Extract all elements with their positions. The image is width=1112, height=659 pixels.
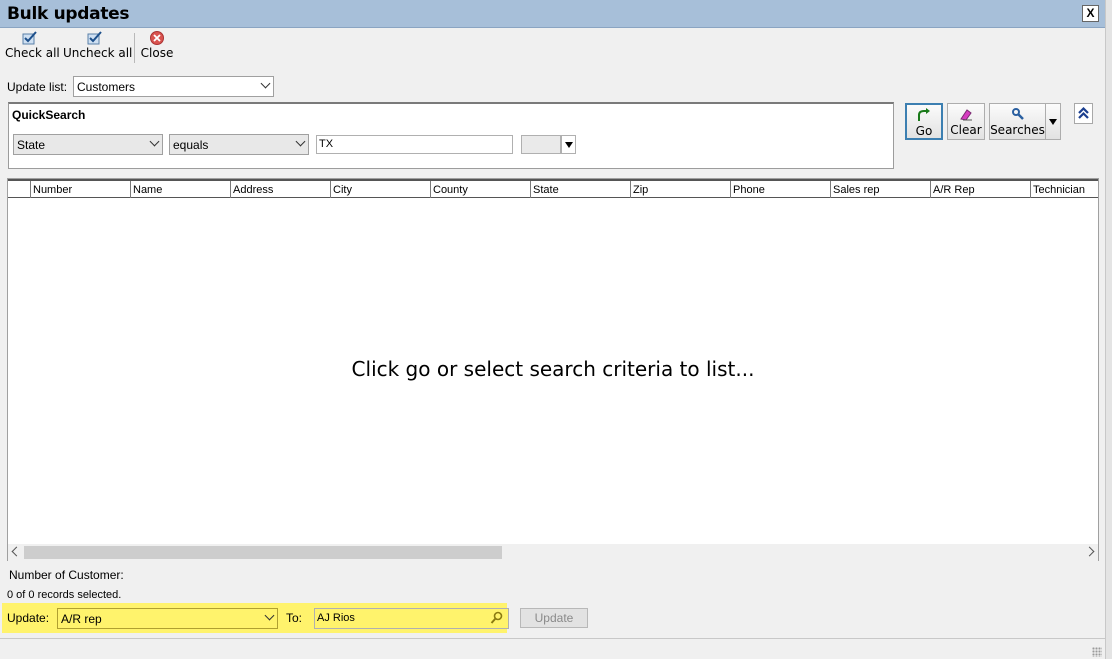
uncheck-all-icon — [87, 31, 102, 45]
uncheck-all-label: Uncheck all — [63, 46, 133, 60]
update-button[interactable]: Update — [520, 608, 588, 628]
column-header-phone[interactable]: Phone — [730, 181, 830, 198]
wrench-icon — [1011, 108, 1024, 120]
go-label: Go — [915, 124, 933, 138]
uncheck-all-button[interactable]: Uncheck all — [63, 31, 133, 65]
toolbar-separator — [134, 33, 135, 63]
update-field-select[interactable]: A/R rep — [57, 608, 278, 629]
chevron-down-icon — [260, 78, 271, 89]
check-all-label: Check all — [5, 46, 60, 60]
search-operator-value: equals — [173, 138, 209, 152]
go-button[interactable]: Go — [905, 103, 943, 140]
check-all-icon — [22, 31, 37, 45]
status-bar — [0, 638, 1105, 659]
search-field-select[interactable]: State — [13, 134, 163, 155]
scroll-right-icon[interactable] — [1084, 546, 1095, 557]
column-header-number[interactable]: Number — [30, 181, 130, 198]
clear-label: Clear — [950, 123, 982, 137]
quicksearch-title: QuickSearch — [12, 108, 86, 122]
window-edge — [1105, 0, 1112, 659]
search-field-value: State — [17, 138, 46, 152]
column-header-select[interactable] — [8, 181, 30, 198]
searches-dropdown-button[interactable] — [1045, 103, 1061, 140]
window-title: Bulk updates — [7, 4, 130, 24]
empty-grid-message: Click go or select search criteria to li… — [351, 357, 755, 381]
column-header-name[interactable]: Name — [130, 181, 230, 198]
close-icon — [150, 31, 164, 45]
search-extra-select[interactable] — [521, 135, 577, 154]
to-value-text: AJ Rios — [317, 612, 355, 624]
update-field-value: A/R rep — [61, 612, 102, 626]
column-header-address[interactable]: Address — [230, 181, 330, 198]
to-label: To: — [286, 611, 303, 625]
column-header-zip[interactable]: Zip — [630, 181, 730, 198]
quicksearch-panel: QuickSearch State equals TX — [8, 102, 894, 169]
eraser-icon — [960, 109, 972, 121]
check-all-button[interactable]: Check all — [5, 31, 60, 65]
search-operator-select[interactable]: equals — [169, 134, 309, 155]
toolbar: Check all Uncheck all Close — [0, 29, 1105, 69]
searches-label: Searches — [990, 123, 1045, 137]
dropdown-arrow-icon[interactable] — [561, 135, 576, 154]
column-header-technician[interactable]: Technician — [1030, 181, 1098, 198]
title-bar: Bulk updates X — [0, 0, 1105, 28]
scroll-left-icon[interactable] — [11, 546, 22, 557]
records-selected-label: 0 of 0 records selected. — [7, 589, 122, 601]
column-header-county[interactable]: County — [430, 181, 530, 198]
search-extra-box — [521, 135, 561, 154]
update-list-value: Customers — [77, 80, 136, 94]
chevron-down-icon — [295, 136, 306, 147]
go-arrow-icon — [918, 108, 930, 121]
to-value-input[interactable]: AJ Rios — [314, 608, 509, 629]
chevron-down-icon — [149, 136, 160, 147]
update-field-label: Update: — [7, 611, 50, 625]
record-count-label: Number of Customer: — [9, 568, 124, 582]
close-label: Close — [140, 46, 174, 60]
window-close-button[interactable]: X — [1082, 5, 1099, 22]
collapse-button[interactable] — [1074, 103, 1093, 124]
chevron-down-icon — [264, 610, 275, 621]
update-list-label: Update list: — [7, 80, 68, 94]
column-header-city[interactable]: City — [330, 181, 430, 198]
column-header-ar-rep[interactable]: A/R Rep — [930, 181, 1030, 198]
results-grid: Number Name Address City County State Zi… — [7, 178, 1099, 561]
clear-button[interactable]: Clear — [947, 103, 985, 140]
scrollbar-thumb[interactable] — [24, 546, 502, 559]
grid-header: Number Name Address City County State Zi… — [8, 181, 1098, 198]
update-list-select[interactable]: Customers — [73, 76, 274, 97]
searches-button[interactable]: Searches — [989, 103, 1046, 140]
column-header-state[interactable]: State — [530, 181, 630, 198]
search-value-input[interactable]: TX — [316, 135, 513, 154]
search-icon[interactable] — [490, 611, 504, 625]
close-button[interactable]: Close — [140, 31, 174, 65]
column-header-sales-rep[interactable]: Sales rep — [830, 181, 930, 198]
resize-grip-icon[interactable] — [1092, 647, 1102, 657]
double-chevron-up-icon — [1078, 106, 1089, 119]
horizontal-scrollbar[interactable] — [8, 544, 1098, 561]
